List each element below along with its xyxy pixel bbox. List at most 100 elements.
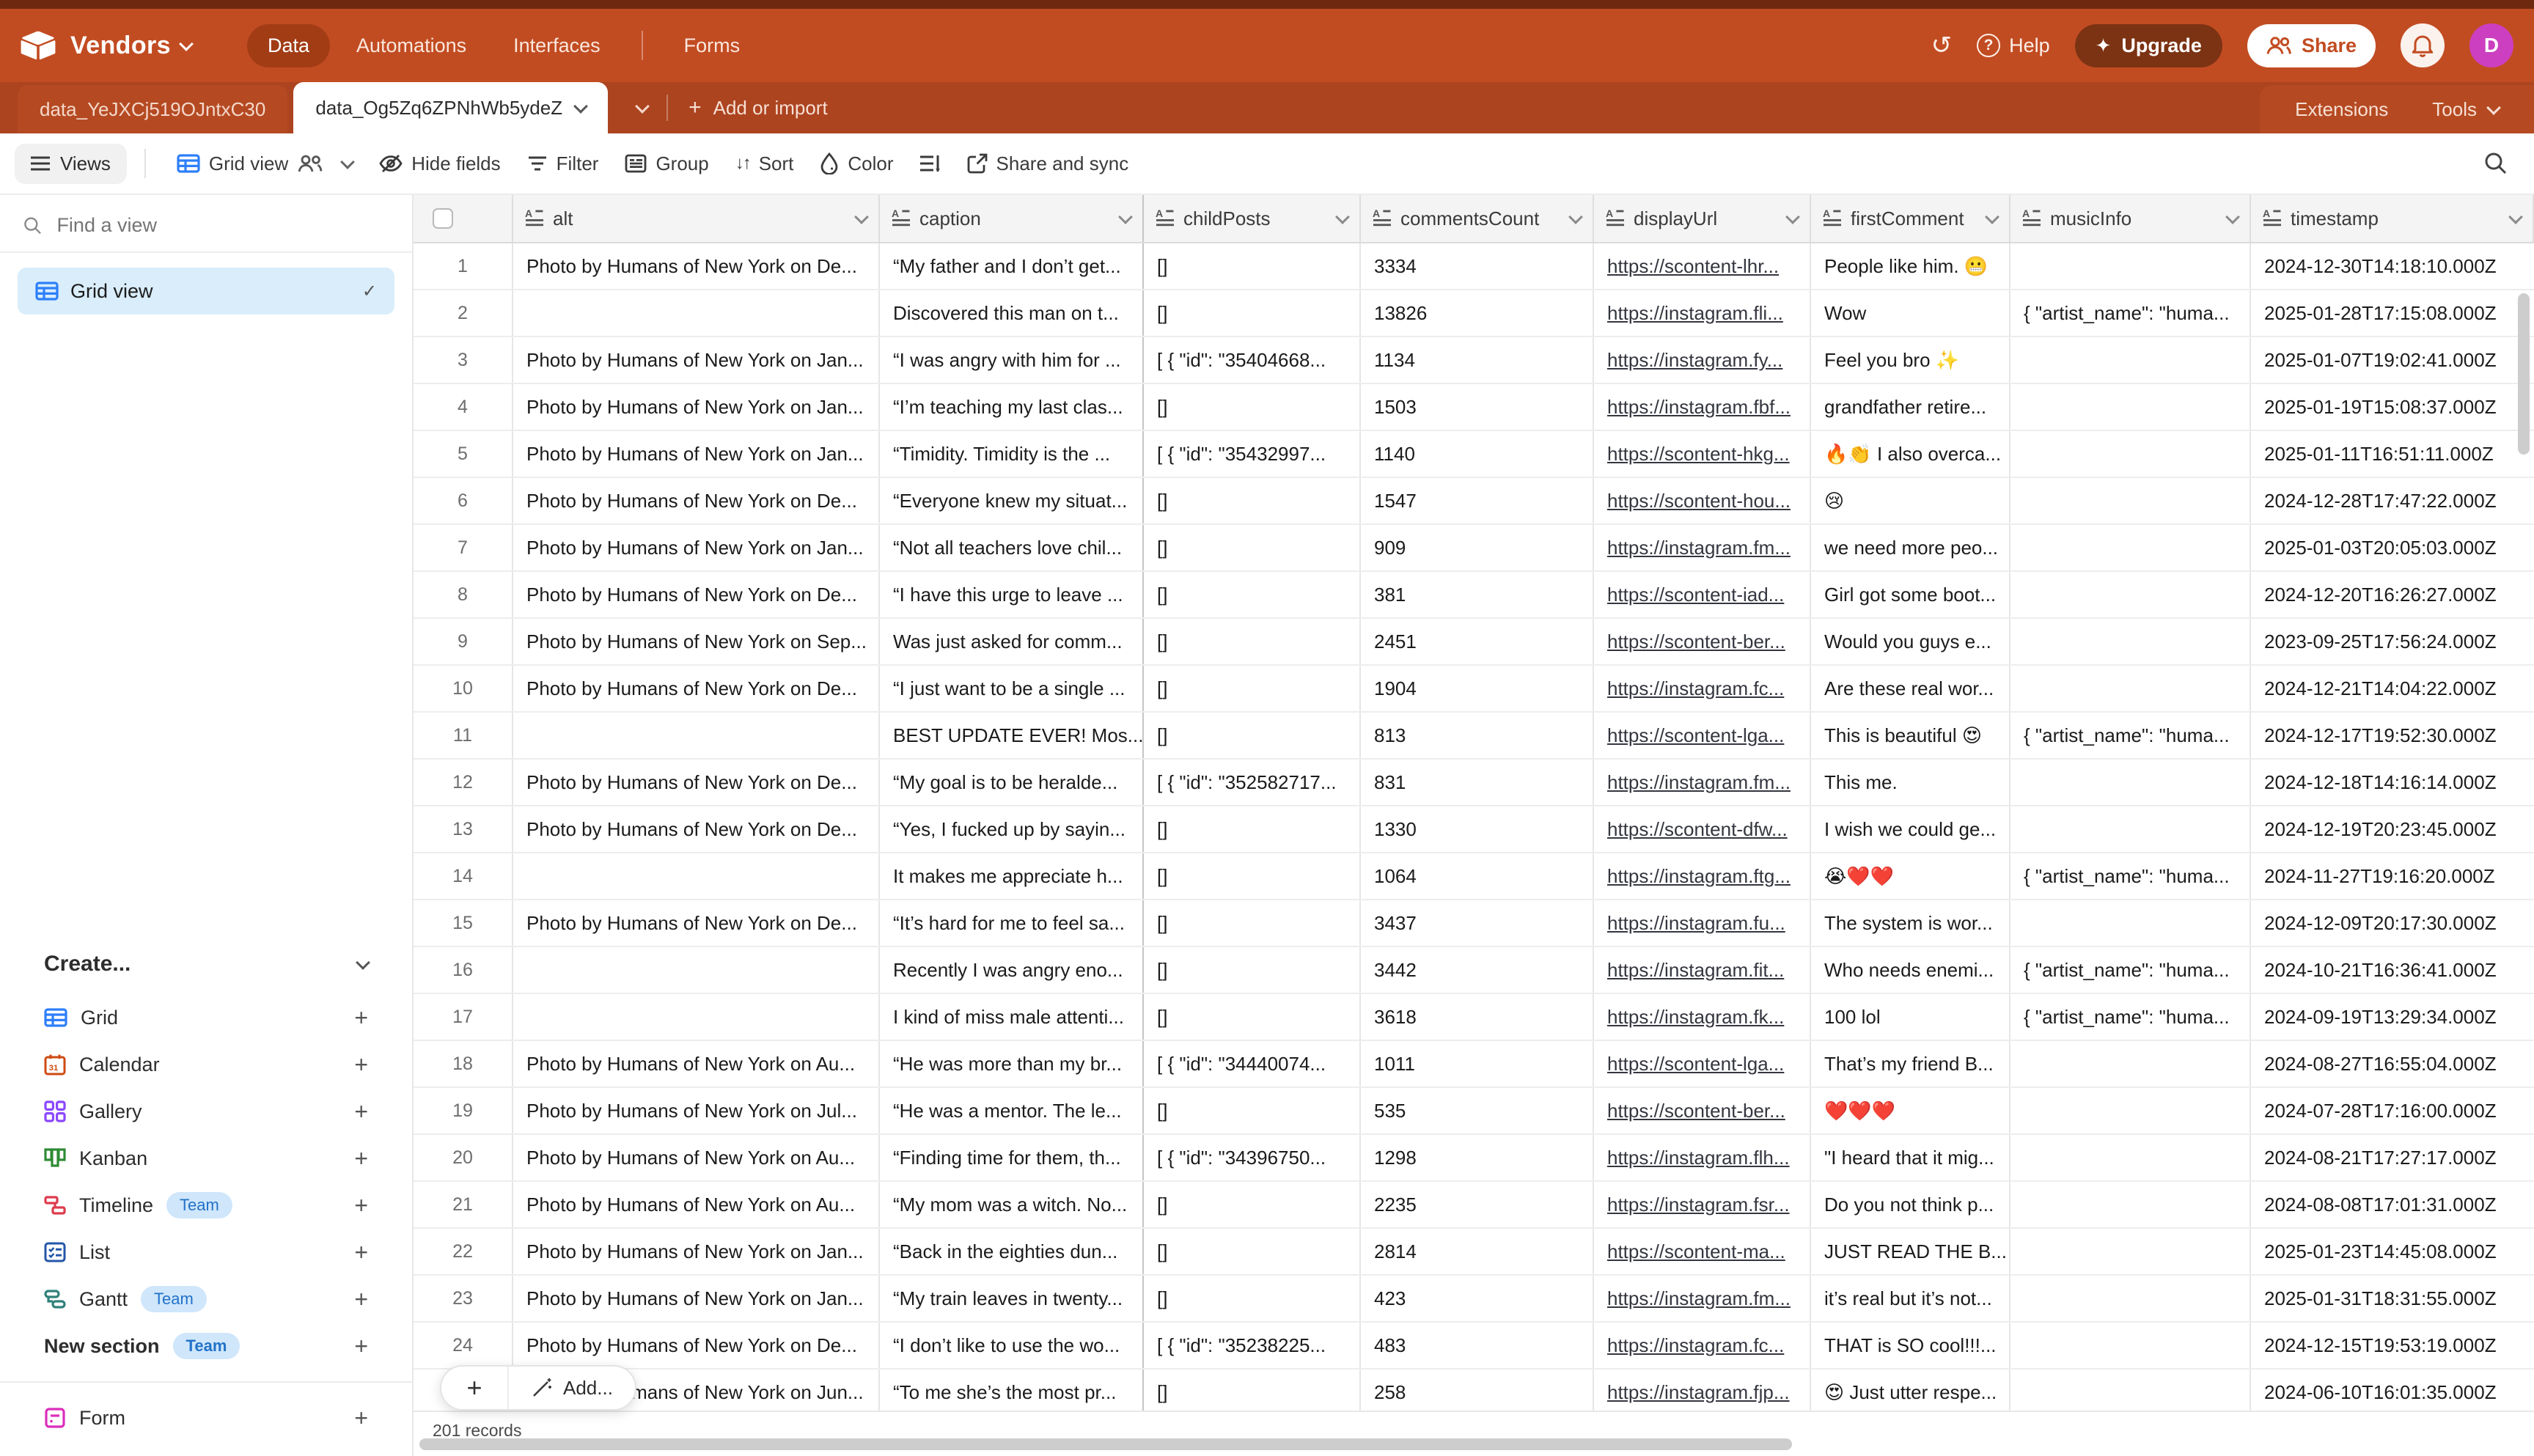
cell-timestamp[interactable]: 2024-12-18T14:16:14.000Z bbox=[2251, 760, 2534, 805]
cell-timestamp[interactable]: 2024-12-17T19:52:30.000Z bbox=[2251, 713, 2534, 758]
cell-timestamp[interactable]: 2025-01-31T18:31:55.000Z bbox=[2251, 1276, 2534, 1321]
cell-firstComment[interactable]: Wow bbox=[1811, 290, 2010, 336]
select-all-header[interactable] bbox=[414, 195, 513, 242]
cell-childPosts[interactable]: [ { "id": "35238225... bbox=[1144, 1323, 1361, 1368]
cell-alt[interactable] bbox=[513, 853, 880, 899]
cell-alt[interactable]: Photo by Humans of New York on Jan... bbox=[513, 1276, 880, 1321]
cell-displayUrl[interactable]: https://instagram.fy... bbox=[1594, 337, 1811, 383]
cell-timestamp[interactable]: 2025-01-11T16:51:11.000Z bbox=[2251, 431, 2534, 477]
cell-musicInfo[interactable] bbox=[2010, 525, 2251, 570]
cell-timestamp[interactable]: 2025-01-19T15:08:37.000Z bbox=[2251, 384, 2534, 430]
cell-alt[interactable]: Photo by Humans of New York on De... bbox=[513, 666, 880, 711]
cell-commentsCount[interactable]: 1904 bbox=[1361, 666, 1594, 711]
cell-musicInfo[interactable] bbox=[2010, 478, 2251, 523]
cell-musicInfo[interactable]: { "artist_name": "huma... bbox=[2010, 713, 2251, 758]
cell-musicInfo[interactable] bbox=[2010, 619, 2251, 664]
cell-displayUrl[interactable]: https://instagram.fc... bbox=[1594, 1323, 1811, 1368]
create-item-calendar[interactable]: 31Calendar+ bbox=[0, 1041, 412, 1088]
cell-alt[interactable]: Photo by Humans of New York on Jan... bbox=[513, 1229, 880, 1274]
cell-displayUrl[interactable]: https://instagram.fjp... bbox=[1594, 1369, 1811, 1415]
cell-displayUrl[interactable]: https://scontent-lhr... bbox=[1594, 243, 1811, 289]
cell-childPosts[interactable]: [] bbox=[1144, 1088, 1361, 1133]
upgrade-button[interactable]: ✦ Upgrade bbox=[2075, 24, 2222, 67]
cell-firstComment[interactable]: I wish we could ge... bbox=[1811, 806, 2010, 852]
cell-childPosts[interactable]: [] bbox=[1144, 619, 1361, 664]
cell-caption[interactable]: “Everyone knew my situat... bbox=[880, 478, 1144, 523]
cell-caption[interactable]: Was just asked for comm... bbox=[880, 619, 1144, 664]
cell-musicInfo[interactable] bbox=[2010, 1229, 2251, 1274]
cell-commentsCount[interactable]: 13826 bbox=[1361, 290, 1594, 336]
cell-caption[interactable]: Recently I was angry eno... bbox=[880, 947, 1144, 993]
cell-displayUrl[interactable]: https://instagram.flh... bbox=[1594, 1135, 1811, 1180]
cell-alt[interactable]: Photo by Humans of New York on Au... bbox=[513, 1135, 880, 1180]
add-or-import-button[interactable]: + Add or import bbox=[668, 82, 848, 133]
column-header-commentsCount[interactable]: A commentsCount bbox=[1361, 195, 1594, 242]
cell-timestamp[interactable]: 2024-12-20T16:26:27.000Z bbox=[2251, 572, 2534, 617]
plus-icon[interactable]: + bbox=[354, 1145, 368, 1172]
cell-childPosts[interactable]: [] bbox=[1144, 290, 1361, 336]
vertical-scrollbar[interactable] bbox=[2518, 293, 2530, 455]
cell-caption[interactable]: “I was angry with him for ... bbox=[880, 337, 1144, 383]
sort-button[interactable]: ↓↑ Sort bbox=[722, 144, 807, 184]
cell-displayUrl[interactable]: https://scontent-ber... bbox=[1594, 1088, 1811, 1133]
cell-timestamp[interactable]: 2024-12-15T19:53:19.000Z bbox=[2251, 1323, 2534, 1368]
cell-displayUrl[interactable]: https://scontent-hou... bbox=[1594, 478, 1811, 523]
row-number[interactable]: 11 bbox=[414, 713, 513, 758]
chevron-down-icon[interactable] bbox=[2508, 210, 2523, 224]
create-item-gallery[interactable]: Gallery+ bbox=[0, 1088, 412, 1135]
cell-commentsCount[interactable]: 831 bbox=[1361, 760, 1594, 805]
cell-firstComment[interactable]: Do you not think p... bbox=[1811, 1182, 2010, 1227]
cell-firstComment[interactable]: 😭❤️❤️ bbox=[1811, 853, 2010, 899]
add-record-button[interactable]: + bbox=[441, 1367, 509, 1409]
cell-musicInfo[interactable]: { "artist_name": "huma... bbox=[2010, 853, 2251, 899]
share-button[interactable]: Share bbox=[2247, 24, 2376, 67]
cell-firstComment[interactable]: This me. bbox=[1811, 760, 2010, 805]
cell-commentsCount[interactable]: 381 bbox=[1361, 572, 1594, 617]
cell-musicInfo[interactable] bbox=[2010, 760, 2251, 805]
cell-timestamp[interactable]: 2025-01-03T20:05:03.000Z bbox=[2251, 525, 2534, 570]
cell-childPosts[interactable]: [] bbox=[1144, 478, 1361, 523]
row-number[interactable]: 13 bbox=[414, 806, 513, 852]
cell-musicInfo[interactable] bbox=[2010, 1041, 2251, 1087]
cell-childPosts[interactable]: [] bbox=[1144, 1276, 1361, 1321]
tab-interfaces[interactable]: Interfaces bbox=[493, 24, 621, 67]
cell-alt[interactable]: Photo by Humans of New York on De... bbox=[513, 1323, 880, 1368]
cell-firstComment[interactable]: 😢 bbox=[1811, 478, 2010, 523]
row-number[interactable]: 4 bbox=[414, 384, 513, 430]
row-number[interactable]: 10 bbox=[414, 666, 513, 711]
column-header-caption[interactable]: A caption bbox=[880, 195, 1144, 242]
cell-caption[interactable]: Discovered this man on t... bbox=[880, 290, 1144, 336]
table-tab-2-active[interactable]: data_Og5Zq6ZPNhWb5ydeZ bbox=[293, 82, 608, 133]
cell-caption[interactable]: “Finding time for them, th... bbox=[880, 1135, 1144, 1180]
cell-displayUrl[interactable]: https://instagram.fit... bbox=[1594, 947, 1811, 993]
cell-timestamp[interactable]: 2024-10-21T16:36:41.000Z bbox=[2251, 947, 2534, 993]
cell-commentsCount[interactable]: 1503 bbox=[1361, 384, 1594, 430]
cell-alt[interactable]: Photo by Humans of New York on Jan... bbox=[513, 431, 880, 477]
cell-firstComment[interactable]: JUST READ THE B... bbox=[1811, 1229, 2010, 1274]
row-number[interactable]: 18 bbox=[414, 1041, 513, 1087]
row-number[interactable]: 12 bbox=[414, 760, 513, 805]
cell-displayUrl[interactable]: https://instagram.fli... bbox=[1594, 290, 1811, 336]
cell-displayUrl[interactable]: https://scontent-hkg... bbox=[1594, 431, 1811, 477]
cell-firstComment[interactable]: The system is wor... bbox=[1811, 900, 2010, 946]
cell-alt[interactable]: Photo by Humans of New York on De... bbox=[513, 806, 880, 852]
row-number[interactable]: 7 bbox=[414, 525, 513, 570]
cell-commentsCount[interactable]: 483 bbox=[1361, 1323, 1594, 1368]
cell-timestamp[interactable]: 2025-01-23T14:45:08.000Z bbox=[2251, 1229, 2534, 1274]
cell-displayUrl[interactable]: https://instagram.fsr... bbox=[1594, 1182, 1811, 1227]
tab-data[interactable]: Data bbox=[247, 24, 330, 67]
cell-timestamp[interactable]: 2024-07-28T17:16:00.000Z bbox=[2251, 1088, 2534, 1133]
table-tab-1[interactable]: data_YeJXCj519OJntxC30 bbox=[18, 85, 287, 133]
cell-displayUrl[interactable]: https://instagram.fm... bbox=[1594, 525, 1811, 570]
cell-commentsCount[interactable]: 1547 bbox=[1361, 478, 1594, 523]
chevron-down-icon[interactable] bbox=[854, 210, 869, 224]
search-button[interactable] bbox=[2472, 143, 2519, 184]
row-number[interactable]: 20 bbox=[414, 1135, 513, 1180]
cell-displayUrl[interactable]: https://instagram.fu... bbox=[1594, 900, 1811, 946]
cell-timestamp[interactable]: 2024-08-21T17:27:17.000Z bbox=[2251, 1135, 2534, 1180]
cell-musicInfo[interactable]: { "artist_name": "huma... bbox=[2010, 994, 2251, 1040]
cell-commentsCount[interactable]: 423 bbox=[1361, 1276, 1594, 1321]
cell-firstComment[interactable]: 100 lol bbox=[1811, 994, 2010, 1040]
cell-firstComment[interactable]: it’s real but it’s not... bbox=[1811, 1276, 2010, 1321]
cell-caption[interactable]: “He was a mentor. The le... bbox=[880, 1088, 1144, 1133]
